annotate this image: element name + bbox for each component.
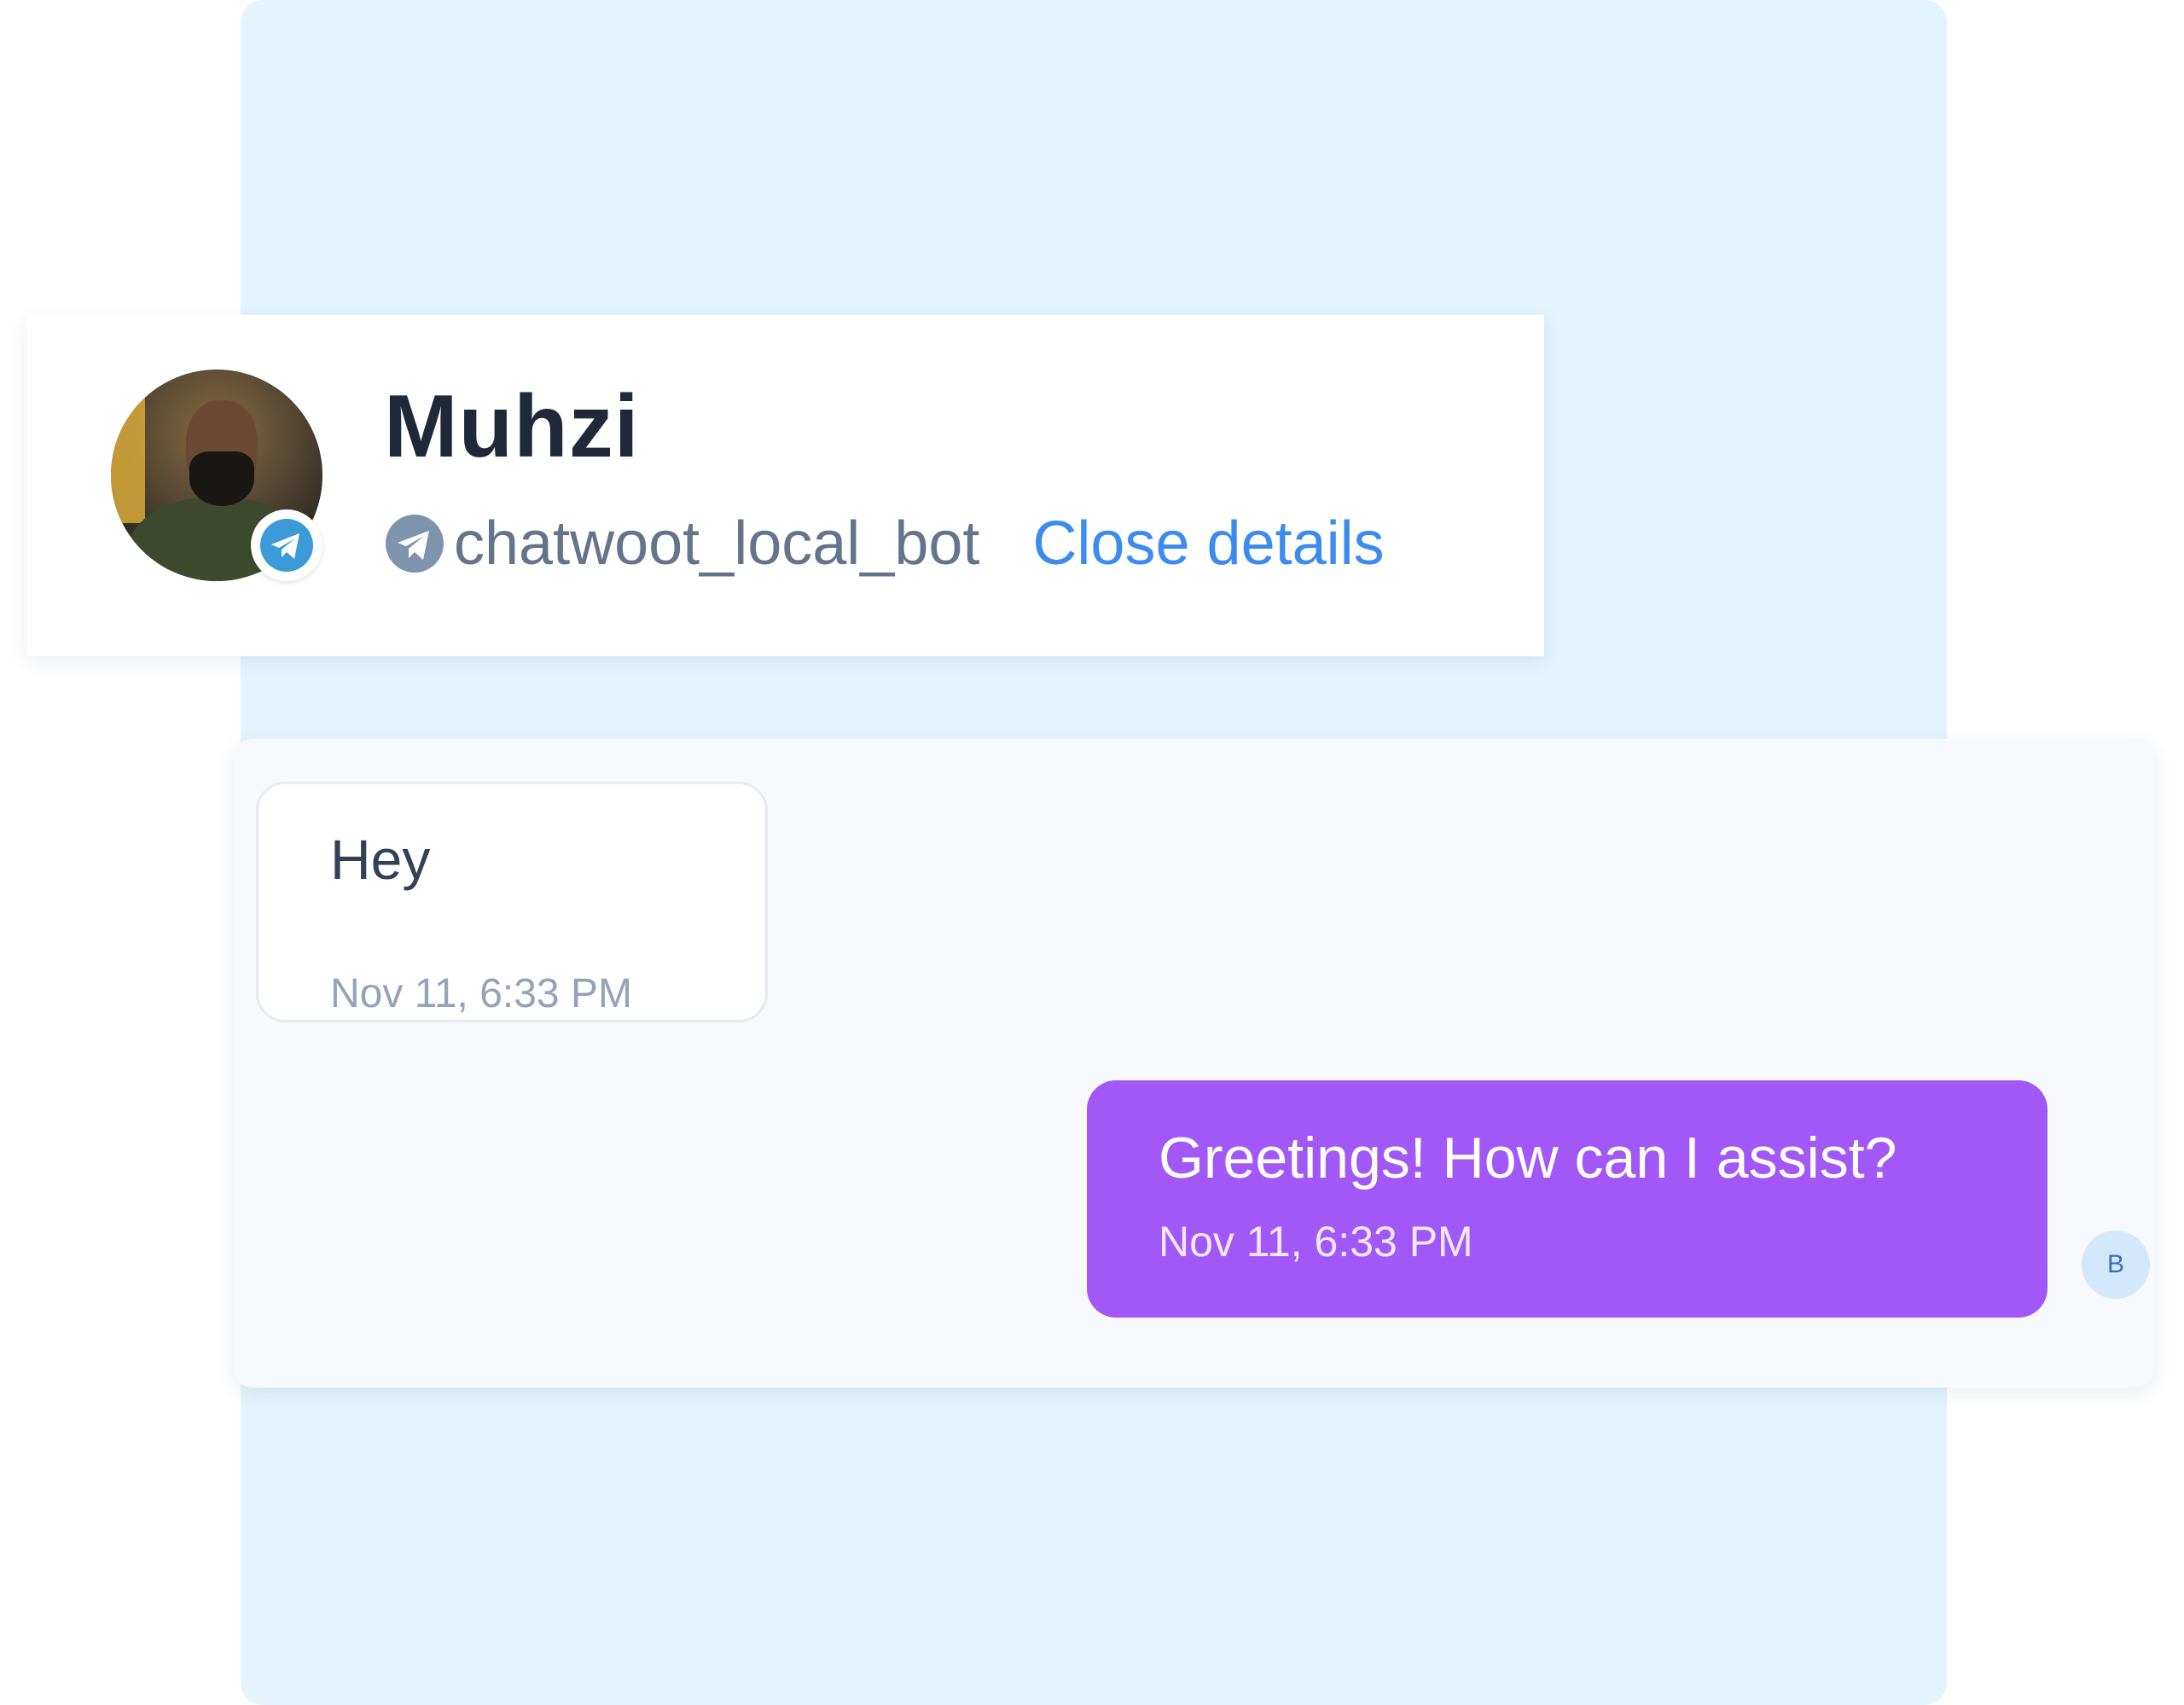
- incoming-message-bubble[interactable]: Hey Nov 11, 6:33 PM: [256, 782, 768, 1022]
- inbox-name: chatwoot_local_bot: [454, 509, 980, 578]
- telegram-inbox-icon: [386, 515, 444, 573]
- close-details-link[interactable]: Close details: [1032, 509, 1384, 579]
- outgoing-message-bubble[interactable]: Greetings! How can I assist? Nov 11, 6:3…: [1087, 1080, 2048, 1318]
- contact-header-card: Muhzi chatwoot_local_bot Close details: [27, 315, 1544, 656]
- message-timestamp: Nov 11, 6:33 PM: [330, 971, 632, 1016]
- avatar-background-light: [111, 387, 145, 523]
- message-timestamp: Nov 11, 6:33 PM: [1159, 1218, 1473, 1266]
- message-text: Greetings! How can I assist?: [1159, 1126, 1897, 1190]
- sender-avatar[interactable]: B: [2082, 1231, 2150, 1299]
- channel-badge: [251, 509, 322, 581]
- telegram-icon: [260, 519, 313, 572]
- conversation-panel: Hey Nov 11, 6:33 PM Greetings! How can I…: [234, 739, 2155, 1388]
- message-text: Hey: [330, 828, 431, 891]
- avatar-beard: [189, 451, 254, 506]
- contact-avatar-wrapper[interactable]: [111, 370, 324, 583]
- stage: Muhzi chatwoot_local_bot Close details H…: [0, 0, 2184, 1705]
- contact-name: Muhzi: [384, 377, 640, 476]
- contact-meta-row: chatwoot_local_bot Close details: [384, 501, 1385, 586]
